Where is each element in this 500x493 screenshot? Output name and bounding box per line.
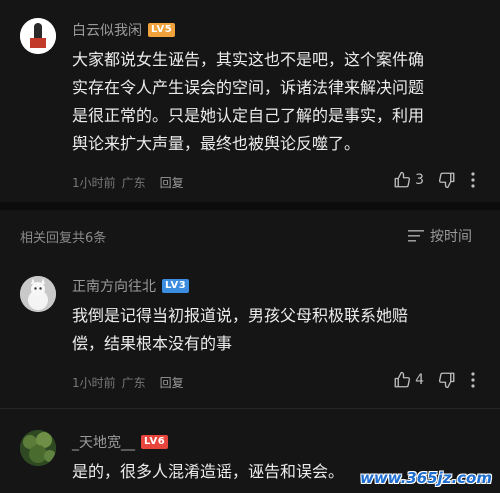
thumbs-up-icon	[394, 371, 411, 388]
username[interactable]: 白云似我闲	[72, 20, 142, 40]
reply-time: 1小时前	[72, 376, 116, 390]
comment-line: 大家都说女生诬告，其实这也不是吧，这个案件确	[72, 50, 425, 69]
dislike-button[interactable]	[438, 171, 456, 189]
username[interactable]: _天地宽__	[72, 432, 135, 452]
related-replies-header: 相关回复共6条 按时间	[0, 210, 500, 262]
reply-location: 广东	[121, 376, 146, 390]
thumbs-down-icon	[438, 172, 455, 189]
level-badge: LV5	[148, 23, 176, 37]
comment-location: 广东	[121, 176, 146, 190]
avatar[interactable]	[20, 430, 56, 466]
username[interactable]: 正南方向往北	[72, 276, 156, 296]
like-button[interactable]: 4	[393, 371, 424, 389]
reply-button[interactable]: 回复	[160, 174, 184, 191]
comment-text: 大家都说女生诬告，其实这也不是吧，这个案件确 实存在令人产生误会的空间，诉诸法律…	[72, 46, 482, 158]
sort-icon	[408, 230, 424, 242]
more-vertical-icon	[471, 372, 475, 388]
watermark: www.365jz.com	[359, 469, 492, 487]
level-badge: LV6	[141, 435, 169, 449]
related-replies-title: 相关回复共6条	[20, 230, 107, 246]
reply-text: 我倒是记得当初报道说，男孩父母积极联系她赔 偿，结果根本没有的事	[72, 302, 482, 358]
comment-line: 舆论来扩大声量，最终也被舆论反噬了。	[72, 134, 361, 153]
more-button[interactable]	[470, 171, 476, 189]
section-divider	[0, 202, 500, 210]
like-button[interactable]: 3	[393, 171, 424, 189]
avatar[interactable]	[20, 276, 56, 312]
reply-line: 我倒是记得当初报道说，男孩父母积极联系她赔	[72, 306, 409, 325]
avatar[interactable]	[20, 18, 56, 54]
like-count: 3	[415, 172, 424, 188]
sort-button[interactable]: 按时间	[408, 226, 472, 246]
divider	[0, 408, 500, 409]
reply-line: 偿，结果根本没有的事	[72, 334, 233, 353]
more-vertical-icon	[471, 172, 475, 188]
comment-line: 是很正常的。只是她认定自己了解的是事实，利用	[72, 106, 425, 125]
dislike-button[interactable]	[438, 371, 456, 389]
level-badge: LV3	[162, 279, 190, 293]
more-button[interactable]	[470, 371, 476, 389]
comment-time: 1小时前	[72, 176, 116, 190]
thumbs-up-icon	[394, 171, 411, 188]
comment-line: 实存在令人产生误会的空间，诉诸法律来解决问题	[72, 78, 425, 97]
reply-button[interactable]: 回复	[160, 374, 184, 391]
thumbs-down-icon	[438, 372, 455, 389]
like-count: 4	[415, 372, 424, 388]
sort-label: 按时间	[430, 229, 472, 245]
